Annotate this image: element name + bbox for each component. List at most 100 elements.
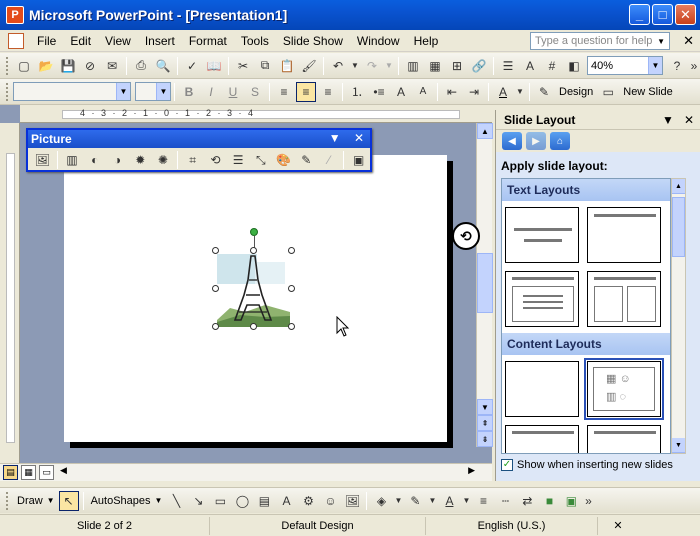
oval-icon[interactable]: ◯	[232, 491, 252, 511]
select-objects-icon[interactable]: ↖	[58, 490, 79, 511]
research-icon[interactable]: 📖	[204, 56, 224, 76]
line-icon[interactable]: ╲	[166, 491, 186, 511]
print-icon[interactable]: ⎙	[131, 56, 151, 76]
crop-icon[interactable]: ⌗	[182, 150, 203, 170]
home-icon[interactable]: ⌂	[550, 132, 570, 150]
layout-title-and-two-content[interactable]	[587, 425, 661, 453]
insert-picture-icon[interactable]: 🖼	[342, 491, 362, 511]
toolbar-options-icon[interactable]: »	[583, 491, 593, 511]
decrease-indent-icon[interactable]: ⇤	[442, 82, 462, 102]
selected-picture[interactable]	[212, 228, 295, 330]
scroll-up-icon[interactable]: ▲	[477, 123, 493, 139]
spelling-icon[interactable]: ✓	[182, 56, 202, 76]
less-brightness-icon[interactable]: ✺	[153, 150, 174, 170]
new-slide-icon[interactable]: ▭	[598, 82, 618, 102]
rectangle-icon[interactable]: ▭	[210, 491, 230, 511]
scroll-thumb[interactable]	[477, 253, 493, 313]
resize-handle-e[interactable]	[288, 285, 295, 292]
line-style-icon[interactable]: ☰	[228, 150, 249, 170]
layout-gallery-scrollbar[interactable]: ▲ ▼	[671, 178, 686, 454]
less-contrast-icon[interactable]: ◑	[107, 150, 128, 170]
minimize-button[interactable]: _	[629, 4, 650, 25]
bullets-icon[interactable]: •≡	[369, 82, 389, 102]
menu-view[interactable]: View	[98, 34, 138, 48]
text-box-icon[interactable]: ▤	[254, 491, 274, 511]
task-pane-close-icon[interactable]: ✕	[684, 113, 694, 127]
design-button[interactable]: Design	[559, 86, 593, 98]
resize-handle-ne[interactable]	[288, 247, 295, 254]
font-color-icon[interactable]: A	[493, 82, 513, 102]
toolbar-grip[interactable]	[6, 491, 9, 510]
powerpoint-app-icon[interactable]: P	[6, 6, 24, 24]
format-picture-icon[interactable]: ✎	[296, 150, 317, 170]
insert-picture-icon[interactable]: 🖼	[32, 150, 53, 170]
autoshapes-button[interactable]: AutoShapes	[91, 495, 151, 507]
toolbar-grip[interactable]	[6, 56, 9, 75]
slide-sorter-view-icon[interactable]: ▦	[21, 465, 36, 480]
shadow-style-icon[interactable]: ■	[539, 491, 559, 511]
underline-icon[interactable]: U	[223, 82, 243, 102]
picture-toolbar-close-icon[interactable]: ✕	[354, 131, 364, 145]
menu-insert[interactable]: Insert	[138, 34, 182, 48]
ask-question-input[interactable]: Type a question for help ▼	[530, 32, 670, 50]
font-name-select[interactable]: ▼	[13, 82, 131, 101]
back-icon[interactable]: ◀	[502, 132, 522, 150]
toolbar-options-dropdown-icon[interactable]: ▼	[329, 131, 341, 145]
maximize-button[interactable]: □	[652, 4, 673, 25]
toolbar-options-icon[interactable]: »	[689, 56, 699, 76]
menu-window[interactable]: Window	[350, 34, 407, 48]
office-assistant-icon[interactable]: ⟲	[452, 222, 480, 250]
redo-dropdown-icon[interactable]: ▼	[384, 56, 394, 76]
increase-font-icon[interactable]: A	[391, 82, 411, 102]
more-brightness-icon[interactable]: ✹	[130, 150, 151, 170]
arrow-style-icon[interactable]: ⇄	[517, 491, 537, 511]
insert-hyperlink-icon[interactable]: 🔗	[469, 56, 489, 76]
set-transparent-color-icon[interactable]: ⁄	[319, 150, 340, 170]
autoshapes-dropdown-icon[interactable]: ▼	[155, 496, 163, 505]
close-button[interactable]: ✕	[675, 4, 696, 25]
resize-handle-sw[interactable]	[212, 323, 219, 330]
menu-slide-show[interactable]: Slide Show	[276, 34, 350, 48]
reset-picture-icon[interactable]: ▣	[348, 150, 369, 170]
spelling-status-icon[interactable]: ✕	[598, 517, 638, 535]
line-color-icon[interactable]: ✎	[405, 491, 425, 511]
menu-help[interactable]: Help	[407, 34, 446, 48]
3d-style-icon[interactable]: ▣	[561, 491, 581, 511]
fill-color-dropdown-icon[interactable]: ▼	[393, 491, 403, 511]
tables-borders-icon[interactable]: ⊞	[447, 56, 467, 76]
menu-format[interactable]: Format	[182, 34, 234, 48]
gallery-scroll-thumb[interactable]	[672, 197, 685, 257]
layout-title-and-text[interactable]	[505, 271, 579, 327]
fill-color-icon[interactable]: ◈	[371, 491, 391, 511]
forward-icon[interactable]: ▶	[526, 132, 546, 150]
align-right-icon[interactable]: ≡	[318, 82, 338, 102]
zoom-select[interactable]: 40% ▼	[587, 56, 663, 75]
scroll-left-icon[interactable]: ◀	[60, 465, 67, 476]
layout-title-only[interactable]	[587, 207, 661, 263]
zoom-dropdown-icon[interactable]: ▼	[648, 57, 662, 74]
decrease-font-icon[interactable]: A	[413, 82, 433, 102]
clip-art-icon[interactable]: ☺	[320, 491, 340, 511]
cut-icon[interactable]: ✂	[233, 56, 253, 76]
previous-slide-icon[interactable]: ⇞	[477, 415, 493, 431]
diagram-icon[interactable]: ⚙	[298, 491, 318, 511]
align-left-icon[interactable]: ≡	[274, 82, 294, 102]
expand-all-icon[interactable]: ☰	[498, 56, 518, 76]
permission-icon[interactable]: ⊘	[80, 56, 100, 76]
draw-dropdown-icon[interactable]: ▼	[47, 496, 55, 505]
toolbar-grip[interactable]	[6, 82, 9, 101]
picture-toolbar-titlebar[interactable]: Picture ▼ ✕	[28, 130, 370, 148]
resize-handle-se[interactable]	[288, 323, 295, 330]
rotate-left-icon[interactable]: ⟲	[205, 150, 226, 170]
font-color-icon[interactable]: A	[439, 491, 459, 511]
open-icon[interactable]: 📂	[36, 56, 56, 76]
next-slide-icon[interactable]: ⇟	[477, 431, 493, 447]
slide-show-view-icon[interactable]: ▭	[39, 465, 54, 480]
menu-edit[interactable]: Edit	[63, 34, 98, 48]
font-size-dropdown-icon[interactable]: ▼	[156, 83, 170, 100]
scroll-down-icon[interactable]: ▼	[477, 399, 493, 415]
layout-content[interactable]: ▦ ☺ ▥ ◌	[584, 358, 664, 420]
redo-icon[interactable]: ↷	[362, 56, 382, 76]
line-color-dropdown-icon[interactable]: ▼	[427, 491, 437, 511]
paste-icon[interactable]: 📋	[277, 56, 297, 76]
